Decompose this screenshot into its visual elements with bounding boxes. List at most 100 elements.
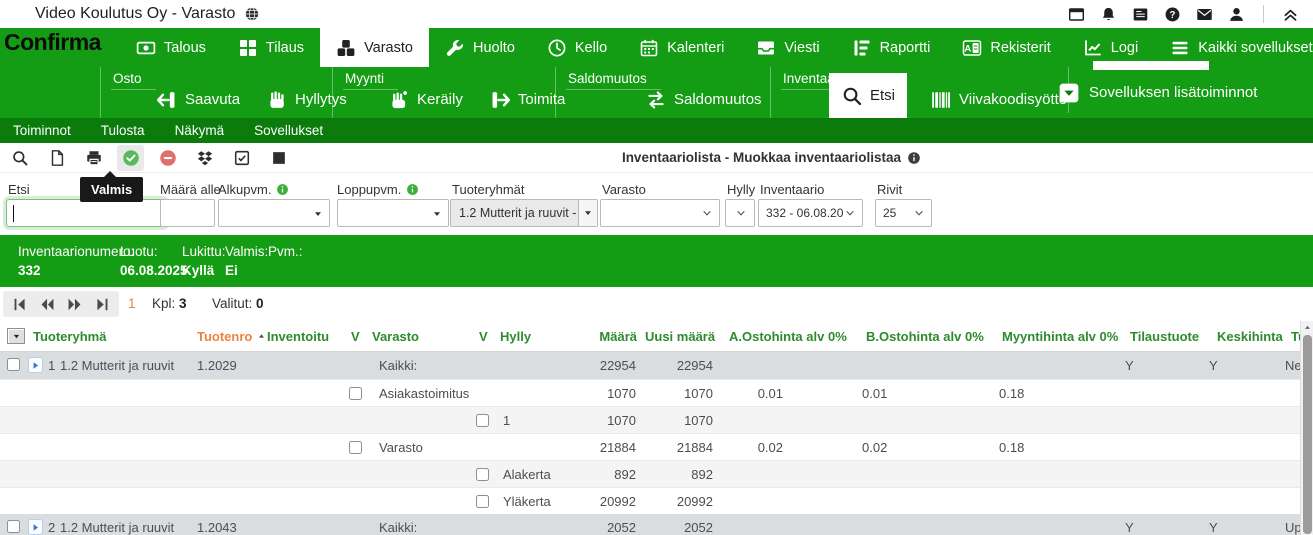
subnav-item-etsi[interactable]: Etsi [829, 73, 907, 118]
menu-n-kym[interactable]: Näkymä [175, 123, 225, 138]
menu-toiminnot[interactable]: Toiminnot [13, 123, 71, 138]
hylly-select[interactable] [725, 199, 755, 227]
column-header-tilaustuote[interactable]: Tilaustuote [1130, 329, 1199, 344]
row-checkbox[interactable] [7, 358, 20, 371]
column-header-varasto[interactable]: Varasto [372, 329, 419, 344]
inventaario-select[interactable]: 332 - 06.08.2025 [758, 199, 863, 227]
info-icon[interactable] [276, 183, 289, 196]
tuoteryhmat-select[interactable]: 1.2 Mutterit ja ruuvit - LK [450, 199, 598, 227]
column-header-v[interactable]: V [351, 329, 360, 344]
nav-item-raportti[interactable]: Raportti [836, 28, 947, 67]
clock-icon [547, 38, 567, 58]
subnav-item-sovelluksen-lis-toiminnot[interactable]: Sovelluksen lisätoiminnot [1058, 67, 1257, 118]
subnav-item-saavuta[interactable]: Saavuta [153, 89, 243, 111]
column-header-keskihinta[interactable]: Keskihinta [1217, 329, 1283, 344]
loppupvm-select[interactable] [337, 199, 449, 227]
nav-item-label: Kaikki sovellukset ja rekisterit [1198, 40, 1313, 56]
page-prev-button[interactable] [39, 296, 56, 313]
cubes-icon [336, 38, 356, 58]
scroll-up-button[interactable] [1301, 321, 1313, 334]
table-row[interactable]: 11.2 Mutterit ja ruuvit1.2029Kaikki:2295… [0, 352, 1313, 379]
table-row[interactable]: 110701070 [0, 406, 1313, 433]
cell-tuotenro: 1.2043 [193, 520, 259, 535]
bell-icon[interactable] [1100, 6, 1117, 23]
nav-item-kalenteri[interactable]: Kalenteri [623, 28, 740, 67]
help-icon[interactable]: ? [1164, 6, 1181, 23]
inventaario-value: 332 - 06.08.2025 [766, 206, 844, 220]
dropdown-arrow-button[interactable] [578, 200, 597, 226]
toolbar-print-button[interactable] [80, 145, 107, 171]
varasto-select[interactable] [600, 199, 720, 227]
toolbar-minus-circle-button[interactable] [154, 145, 181, 171]
column-header-inventoitu[interactable]: Inventoitu [267, 329, 329, 344]
expand-row-button[interactable] [28, 519, 43, 535]
subnav-group-items: SaavutaHyllytys [101, 81, 350, 118]
column-header-m-r[interactable]: Määrä [570, 329, 637, 344]
info-icon[interactable] [406, 183, 419, 196]
table-row[interactable]: 21.2 Mutterit ja ruuvit1.2043Kaikki:2052… [0, 514, 1313, 535]
nav-item-huolto[interactable]: Huolto [429, 28, 531, 67]
page-last-button[interactable] [93, 296, 110, 313]
rivit-select[interactable]: 25 [875, 199, 932, 227]
expand-row-button[interactable] [28, 357, 43, 373]
nav-item-tilaus[interactable]: Tilaus [222, 28, 320, 67]
page-first-button[interactable] [12, 296, 29, 313]
toolbar-dropbox-button[interactable] [191, 145, 218, 171]
column-header-tuotenro[interactable]: Tuotenro [197, 329, 266, 344]
page-next-button[interactable] [66, 296, 83, 313]
column-header-myyntihinta-alv-0[interactable]: Myyntihinta alv 0% [1002, 329, 1118, 344]
row-checkbox[interactable] [476, 468, 489, 481]
nav-item-kello[interactable]: Kello [531, 28, 623, 67]
news-icon[interactable] [1132, 6, 1149, 23]
row-checkbox[interactable] [349, 387, 362, 400]
toolbar-file-button[interactable] [43, 145, 70, 171]
row-checkbox[interactable] [7, 520, 20, 533]
window-icon[interactable] [1068, 6, 1085, 23]
info-icon[interactable] [907, 151, 921, 165]
table-row[interactable]: Yläkerta2099220992 [0, 487, 1313, 514]
chevron-down-icon [913, 207, 925, 219]
maara-alle-input[interactable] [160, 199, 215, 227]
table-row[interactable]: Alakerta892892 [0, 460, 1313, 487]
column-header-a-ostohinta-alv-0[interactable]: A.Ostohinta alv 0% [729, 329, 847, 344]
user-icon[interactable] [1228, 6, 1245, 23]
table-header: Tuoteryhmä TuotenroInventoitu V Varasto V Hyl… [0, 321, 1313, 352]
mail-icon[interactable] [1196, 6, 1213, 23]
subnav-item-saldomuutos[interactable]: Saldomuutos [642, 89, 765, 111]
search-icon [841, 85, 863, 107]
nav-item-talous[interactable]: Talous [120, 28, 222, 67]
subnav-item-ker-ily[interactable]: Keräily [385, 89, 466, 111]
scrollbar-thumb[interactable] [1303, 335, 1312, 534]
nav-item-varasto[interactable]: Varasto [320, 28, 429, 67]
toolbar-search-button[interactable] [6, 145, 33, 171]
column-header-b-ostohinta-alv-0[interactable]: B.Ostohinta alv 0% [866, 329, 984, 344]
nav-item-label: Logi [1111, 40, 1138, 56]
subnav-item-viivakoodisy-tt[interactable]: Viivakoodisyöttö [927, 89, 1070, 111]
table-row[interactable]: Asiakastoimitus107010700.010.010.18 [0, 379, 1313, 406]
info-value-lukittu: Kyllä [182, 263, 214, 278]
text-caret [13, 205, 14, 222]
column-header-uusi-m-r[interactable]: Uusi määrä [645, 329, 715, 344]
row-checkbox[interactable] [349, 441, 362, 454]
menu-sovellukset[interactable]: Sovellukset [254, 123, 323, 138]
search-input[interactable] [6, 199, 166, 227]
filter-bar: Etsi Määrä alle Alkupvm. Loppupvm. Tuote… [0, 173, 1313, 235]
print-icon [85, 149, 103, 167]
column-header-hylly[interactable]: Hylly [500, 329, 531, 344]
nav-item-rekisterit[interactable]: ARekisterit [946, 28, 1066, 67]
column-header-v[interactable]: V [479, 329, 488, 344]
alkupvm-select[interactable] [218, 199, 330, 227]
table-row[interactable]: Varasto21884218840.020.020.18 [0, 433, 1313, 460]
row-checkbox[interactable] [476, 495, 489, 508]
alkupvm-label-text: Alkupvm. [218, 182, 271, 197]
subnav-item-label: Viivakoodisyöttö [959, 91, 1067, 108]
collapse-icon[interactable] [1282, 6, 1299, 23]
table-scrollbar[interactable] [1300, 321, 1313, 535]
nav-item-viesti[interactable]: Viesti [740, 28, 835, 67]
toolbar-check-circle-button[interactable] [117, 145, 144, 171]
column-header-tuoteryhm[interactable]: Tuoteryhmä [33, 329, 106, 344]
nav-item-label: Varasto [364, 40, 413, 56]
row-checkbox[interactable] [476, 414, 489, 427]
select-all-dropdown[interactable] [7, 328, 25, 344]
menu-tulosta[interactable]: Tulosta [101, 123, 145, 138]
